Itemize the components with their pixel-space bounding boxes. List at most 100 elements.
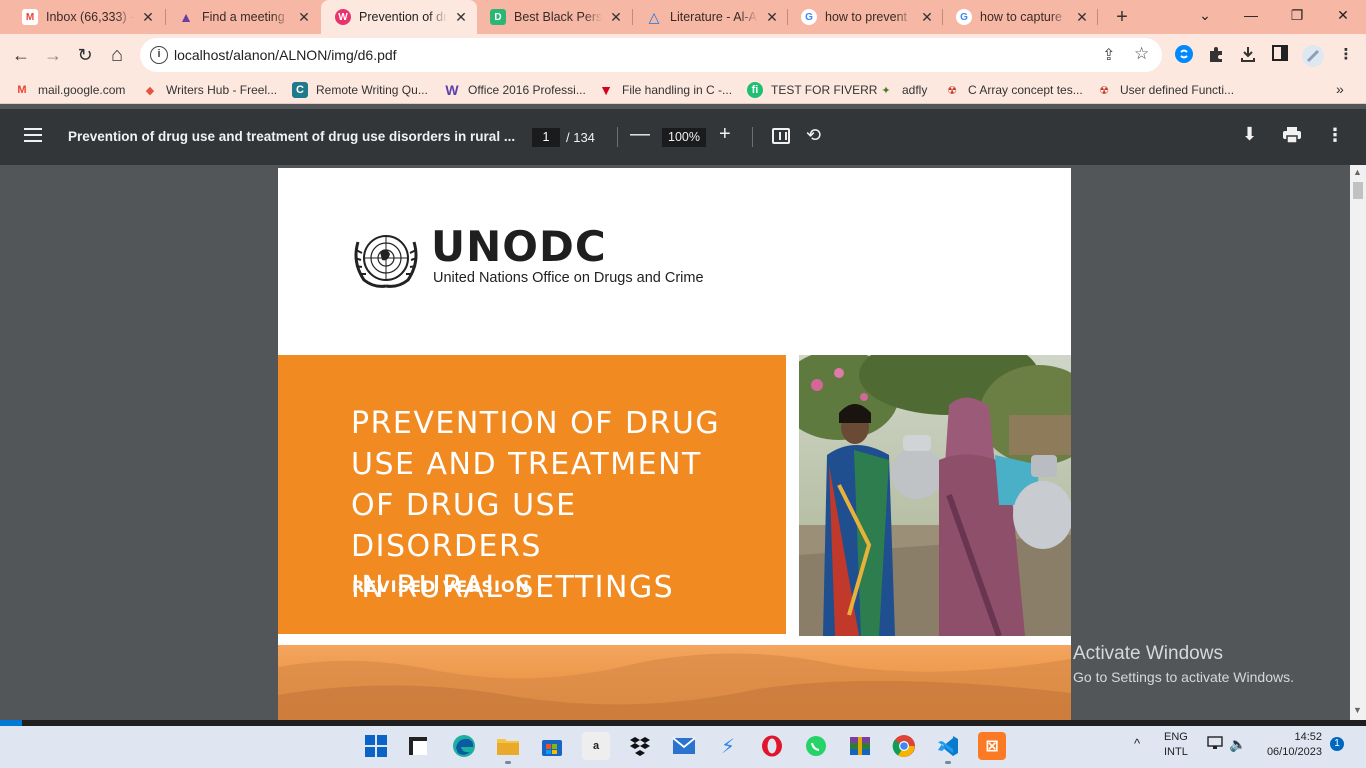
clock-time: 14:52 (1294, 731, 1322, 743)
folder-icon[interactable] (494, 732, 522, 764)
reload-button[interactable]: ↻ (70, 40, 100, 70)
bookmark-office[interactable]: W Office 2016 Professi... (444, 81, 585, 99)
whatsapp-icon[interactable] (802, 732, 830, 760)
network-icon[interactable] (1207, 736, 1223, 753)
chrome-menu-icon[interactable]: ⋮ (1336, 45, 1356, 65)
bookmark-writers-hub[interactable]: ◆ Writers Hub - Freel... (142, 81, 277, 99)
pdf-more-icon[interactable]: ⋮ (1326, 125, 1344, 146)
bookmark-fiverr[interactable]: fi TEST FOR FIVERR (747, 81, 877, 99)
sidepanel-icon[interactable] (1270, 45, 1290, 65)
tab-label: Literature - Al-A (670, 10, 757, 24)
close-tab-icon[interactable]: ✕ (140, 9, 156, 26)
profile-icon[interactable] (1302, 45, 1324, 67)
unodc-brand: UNODC (431, 222, 607, 271)
dropbox-icon[interactable] (626, 732, 654, 760)
close-window-button[interactable]: ✕ (1320, 0, 1366, 30)
language-code: ENG (1164, 731, 1188, 743)
shazam-icon[interactable] (1174, 45, 1194, 65)
system-clock[interactable]: 14:52 06/10/2023 (1260, 730, 1322, 760)
forward-button[interactable]: → (38, 40, 68, 70)
keyboard-layout: INTL (1164, 746, 1188, 758)
vertical-scrollbar[interactable]: ▲ ▼ (1350, 165, 1366, 720)
bookmark-label: Remote Writing Qu... (316, 83, 428, 97)
home-button[interactable]: ⌂ (102, 40, 132, 70)
download-icon[interactable] (1238, 45, 1258, 65)
notification-badge[interactable]: 1 (1330, 737, 1344, 751)
windows-taskbar: a ⚡ ⊠ ^ ENG INTL 🔈 14:52 06/10/2023 1 (0, 726, 1366, 768)
volume-icon[interactable]: 🔈 (1229, 736, 1246, 753)
restore-button[interactable]: ❐ (1274, 0, 1320, 30)
bookmark-mail[interactable]: M mail.google.com (14, 81, 125, 99)
new-tab-button[interactable]: + (1109, 4, 1135, 30)
close-tab-icon[interactable]: ✕ (296, 9, 312, 26)
pdf-page: UNODC United Nations Office on Drugs and… (278, 168, 1071, 720)
rotate-icon[interactable]: ⟲ (806, 125, 821, 146)
google-icon: G (801, 9, 817, 25)
store-icon[interactable] (538, 732, 566, 760)
gmail-icon: M (22, 9, 38, 25)
tab-label: Find a meeting - (202, 10, 290, 24)
close-tab-icon[interactable]: ✕ (453, 9, 469, 26)
opera-icon[interactable] (758, 732, 786, 760)
close-tab-icon[interactable]: ✕ (608, 9, 624, 26)
doc-app-icon: D (490, 9, 506, 25)
tab-best-black[interactable]: D Best Black Perso ✕ (476, 0, 632, 34)
cover-title-line: OF DRUG USE DISORDERS (351, 488, 577, 564)
bookmark-label: C Array concept tes... (968, 83, 1083, 97)
clock-date: 06/10/2023 (1266, 746, 1322, 758)
close-tab-icon[interactable]: ✕ (764, 9, 780, 26)
close-tab-icon[interactable]: ✕ (919, 9, 935, 26)
amazon-icon[interactable]: a (582, 732, 610, 760)
bookmark-remote-writing[interactable]: C Remote Writing Qu... (292, 81, 428, 99)
zoom-in-button[interactable]: + (719, 123, 731, 146)
scroll-down-arrow-icon[interactable]: ▼ (1353, 705, 1362, 715)
tab-search-button[interactable]: ⌄ (1182, 0, 1228, 30)
puzzle-extensions-icon[interactable] (1206, 45, 1226, 65)
bookmark-user-defined[interactable]: ☢ User defined Functi... (1096, 81, 1234, 99)
tab-literature[interactable]: △ Literature - Al-A ✕ (632, 0, 788, 34)
bookmark-c-array[interactable]: ☢ C Array concept tes... (944, 81, 1083, 99)
pdf-menu-icon[interactable] (24, 128, 42, 142)
tab-label: Inbox (66,333) - (46, 10, 134, 24)
zoom-out-button[interactable]: — (630, 123, 650, 146)
url-text[interactable]: localhost/alanon/ALNON/img/d6.pdf (174, 47, 397, 63)
tab-prevention-pdf[interactable]: W Prevention of dr ✕ (321, 0, 477, 34)
fit-page-icon[interactable] (772, 128, 790, 144)
windows-start-icon[interactable] (362, 732, 390, 760)
cover-landscape-image (278, 645, 1071, 720)
share-icon[interactable]: ⇪ (1102, 45, 1115, 65)
site-info-icon[interactable]: i (150, 46, 168, 64)
more-bookmarks-icon[interactable]: » (1336, 81, 1344, 97)
tray-overflow-icon[interactable]: ^ (1134, 736, 1140, 751)
file-explorer-dark-icon[interactable] (404, 732, 432, 760)
address-bar[interactable]: i localhost/alanon/ALNON/img/d6.pdf ⇪ ☆ (140, 38, 1162, 72)
language-indicator[interactable]: ENG INTL (1164, 730, 1188, 760)
vscode-blue-icon[interactable]: ⚡ (714, 732, 742, 760)
tab-how-to-capture[interactable]: G how to capture ✕ (942, 0, 1098, 34)
tab-label: how to prevent (825, 10, 907, 24)
xampp-icon[interactable]: ⊠ (978, 732, 1006, 760)
activate-hint: Go to Settings to activate Windows. (1073, 669, 1294, 685)
pdf-download-icon[interactable]: ⬇ (1242, 124, 1257, 145)
chrome-icon[interactable] (890, 732, 918, 760)
bookmark-star-icon[interactable]: ☆ (1134, 44, 1149, 64)
bookmark-label: User defined Functi... (1120, 83, 1235, 97)
edge-icon[interactable] (450, 732, 478, 760)
scroll-up-arrow-icon[interactable]: ▲ (1353, 167, 1362, 177)
back-button[interactable]: ← (6, 40, 36, 70)
close-tab-icon[interactable]: ✕ (1074, 9, 1090, 26)
print-icon[interactable] (1282, 127, 1302, 144)
bookmark-adfly[interactable]: ✦ adfly (878, 81, 927, 99)
scroll-thumb[interactable] (1353, 182, 1363, 199)
page-number-input[interactable]: 1 (532, 128, 560, 147)
mail-icon[interactable] (670, 732, 698, 760)
winrar-icon[interactable] (846, 732, 874, 760)
literature-app-icon: △ (648, 8, 660, 25)
tab-find-meeting[interactable]: ▲ Find a meeting - ✕ (164, 0, 320, 34)
zoom-input[interactable]: 100% (662, 128, 706, 147)
tab-how-to-prevent[interactable]: G how to prevent ✕ (787, 0, 943, 34)
bookmark-file-handling[interactable]: ▼ File handling in C -... (598, 81, 732, 99)
tab-inbox[interactable]: M Inbox (66,333) - ✕ (8, 0, 164, 34)
vscode-icon[interactable] (934, 732, 962, 764)
minimize-button[interactable]: — (1228, 0, 1274, 30)
